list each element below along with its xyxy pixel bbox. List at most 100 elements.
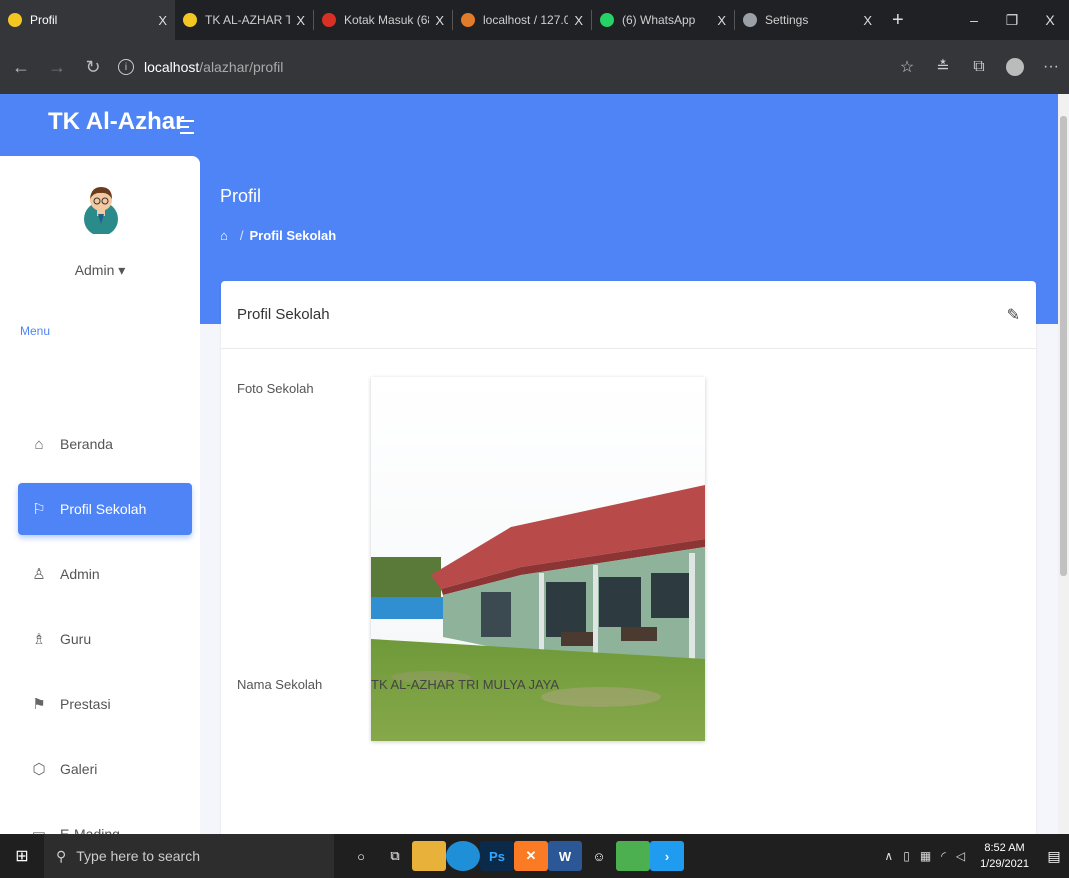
breadcrumb-current: Profil Sekolah <box>249 228 337 243</box>
windows-start-icon[interactable]: ⊞ <box>0 846 44 866</box>
page-scrollbar[interactable] <box>1058 94 1069 834</box>
browser-tab[interactable]: TK AL-AZHAR TRI MUL X <box>175 0 313 40</box>
task-view-icon[interactable]: ⧉ <box>378 841 412 871</box>
cortana-icon[interactable]: ○ <box>344 841 378 871</box>
xampp-icon[interactable]: ✕ <box>514 841 548 871</box>
scrollbar-thumb[interactable] <box>1060 116 1067 576</box>
sidebar-item-label: Profil Sekolah <box>60 501 147 517</box>
sidebar-item-label: Admin <box>60 566 100 582</box>
bookmark-icon: ⚑ <box>32 696 46 713</box>
tab-close-icon[interactable]: X <box>435 13 444 28</box>
search-placeholder: Type here to search <box>76 848 201 864</box>
refresh-icon[interactable]: ↻ <box>78 57 108 78</box>
sidebar-item-profil-sekolah[interactable]: ⚐ Profil Sekolah <box>18 483 192 535</box>
tab-title: TK AL-AZHAR TRI MUL <box>205 13 291 27</box>
sidebar-item-galeri[interactable]: ⬡ Galeri <box>18 743 192 795</box>
calendar-icon: ▭ <box>30 825 48 834</box>
file-explorer-icon[interactable] <box>412 841 446 871</box>
collections-icon[interactable]: ⧉ <box>961 58 997 76</box>
network-icon[interactable]: ▦ <box>920 849 931 863</box>
sidebar-item-e-mading[interactable]: ▭ E-Mading <box>18 808 192 834</box>
clock-date: 1/29/2021 <box>980 858 1029 870</box>
card-title: Profil Sekolah <box>237 306 330 323</box>
users-icon: ♗ <box>32 631 46 648</box>
notification-center-icon[interactable]: ▤ <box>1039 848 1069 865</box>
favorites-icon[interactable]: ≛ <box>925 57 961 77</box>
site-info-icon[interactable]: i <box>118 59 134 75</box>
tab-title: (6) WhatsApp <box>622 13 696 27</box>
tab-favicon-icon <box>8 13 22 27</box>
edge-icon[interactable] <box>446 841 480 871</box>
tab-title: Settings <box>765 13 809 27</box>
sidebar-item-label: E-Mading <box>60 826 120 834</box>
menu-heading: Menu <box>20 324 51 338</box>
favorite-add-icon[interactable]: ☆ <box>889 57 925 77</box>
nama-sekolah-value: TK AL-AZHAR TRI MULYA JAYA <box>371 677 560 692</box>
url-host: localhost <box>144 59 200 75</box>
vscode-icon[interactable]: › <box>650 841 684 871</box>
tab-close-icon[interactable]: X <box>717 13 726 28</box>
more-menu-icon[interactable]: ··· <box>1033 58 1069 76</box>
app-green-icon[interactable] <box>616 841 650 871</box>
top-navbar: TK Al-Azhar <box>0 94 1058 156</box>
profile-avatar-icon[interactable] <box>1006 58 1024 76</box>
tab-favicon-icon <box>322 13 336 27</box>
box-icon: ⬡ <box>32 761 46 778</box>
edit-pencil-icon[interactable]: ✎ <box>1007 305 1020 325</box>
url-field[interactable]: i localhost /alazhar/profil <box>118 59 283 75</box>
emoji-app-icon[interactable]: ☺ <box>582 841 616 871</box>
sidebar: Admin ▾ Menu ⌂ Beranda ⚐ Profil Sekolah ♙ Adm… <box>0 156 200 834</box>
battery-icon[interactable]: ▯ <box>903 849 910 863</box>
tab-close-icon[interactable]: X <box>158 13 167 28</box>
admin-user-dropdown[interactable]: Admin ▾ <box>0 262 200 279</box>
home-icon: ⌂ <box>34 435 44 453</box>
browser-tab[interactable]: Settings X <box>735 0 880 40</box>
foto-sekolah-label: Foto Sekolah <box>237 381 314 396</box>
search-icon: ⚲ <box>56 847 67 864</box>
tab-favicon-icon <box>743 13 757 27</box>
sidebar-item-admin[interactable]: ♙ Admin <box>18 548 192 600</box>
profil-sekolah-card: Profil Sekolah ✎ Foto Sekolah Nama Sekol… <box>221 281 1036 834</box>
avatar[interactable] <box>83 184 119 234</box>
browser-tab[interactable]: localhost / 127.0.0.1 X <box>453 0 591 40</box>
sidebar-item-guru[interactable]: ♗ Guru <box>18 613 192 665</box>
tab-close-icon[interactable]: X <box>863 13 872 28</box>
photoshop-icon[interactable]: Ps <box>480 841 514 871</box>
tray-overflow-icon[interactable]: ∧ <box>884 849 893 863</box>
url-path: /alazhar/profil <box>199 59 284 75</box>
taskbar-search-box[interactable]: ⚲ Type here to search <box>44 834 334 878</box>
browser-tab[interactable]: Profil X <box>0 0 175 40</box>
back-arrow-icon[interactable]: ← <box>6 57 36 78</box>
sidebar-item-prestasi[interactable]: ⚑ Prestasi <box>18 678 192 730</box>
browser-tab[interactable]: Kotak Masuk (681) - X <box>314 0 452 40</box>
new-tab-button[interactable]: + <box>880 9 916 32</box>
tab-title: Kotak Masuk (681) - <box>344 13 429 27</box>
brand-logo-text[interactable]: TK Al-Azhar <box>48 108 184 136</box>
word-icon[interactable]: W <box>548 841 582 871</box>
volume-icon[interactable]: ◁ <box>956 849 965 863</box>
tab-close-icon[interactable]: X <box>296 13 305 28</box>
sidebar-item-beranda[interactable]: ⌂ Beranda <box>18 418 192 470</box>
restore-button[interactable]: ❐ <box>993 0 1031 40</box>
breadcrumb: ⌂ / Profil Sekolah <box>220 228 336 243</box>
windows-taskbar: ⊞ ⚲ Type here to search ○ ⧉ Ps ✕ W ☺ › ∧… <box>0 834 1069 878</box>
sidebar-item-label: Beranda <box>60 436 113 452</box>
tab-title: Profil <box>30 13 58 27</box>
browser-tab[interactable]: (6) WhatsApp X <box>592 0 734 40</box>
flag-icon: ⚐ <box>32 501 46 518</box>
minimize-button[interactable]: – <box>955 0 993 40</box>
close-window-button[interactable]: X <box>1031 0 1069 40</box>
taskbar-clock[interactable]: 8:52 AM 1/29/2021 <box>980 840 1029 872</box>
tab-close-icon[interactable]: X <box>574 13 583 28</box>
wifi-icon[interactable]: ◜ <box>941 849 946 863</box>
page-title: Profil <box>220 186 262 206</box>
system-tray: ∧ ▯ ▦ ◜ ◁ 8:52 AM 1/29/2021 ▤ <box>879 840 1069 872</box>
user-check-icon: ♙ <box>32 566 46 583</box>
sidebar-item-label: Guru <box>60 631 92 647</box>
browser-tab-bar: ProfilXTK AL-AZHAR TRI MULXKotak Masuk (… <box>0 0 1069 40</box>
hamburger-menu-icon[interactable] <box>180 120 194 138</box>
card-header: Profil Sekolah ✎ <box>221 281 1036 349</box>
forward-arrow-icon[interactable]: → <box>42 57 72 78</box>
home-icon[interactable]: ⌂ <box>220 228 228 243</box>
window-controls: – ❐ X <box>955 0 1069 40</box>
